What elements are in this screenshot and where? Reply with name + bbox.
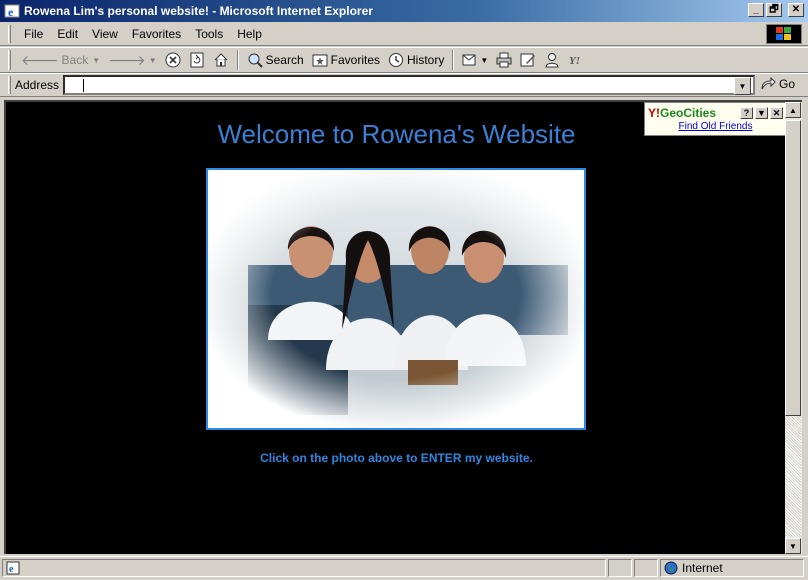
- geocities-dropdown-icon[interactable]: ▼: [755, 107, 768, 119]
- menu-edit[interactable]: Edit: [50, 25, 85, 43]
- search-label: Search: [265, 53, 304, 67]
- scroll-thumb[interactable]: [785, 120, 801, 416]
- stop-button[interactable]: [161, 49, 185, 71]
- home-icon: [214, 53, 227, 67]
- ie-icon: e: [4, 3, 20, 19]
- go-arrow-icon: [761, 77, 776, 90]
- search-icon: [248, 53, 263, 68]
- status-zone-pane: Internet: [660, 558, 804, 577]
- history-label: History: [407, 53, 445, 67]
- menu-bar: File Edit View Favorites Tools Help: [0, 22, 808, 46]
- menu-favorites[interactable]: Favorites: [125, 25, 188, 43]
- address-dropdown-icon[interactable]: ▼: [734, 77, 751, 95]
- menu-view[interactable]: View: [85, 25, 125, 43]
- home-button[interactable]: [209, 49, 233, 71]
- toolbar-separator: [452, 50, 455, 70]
- page-viewport: Welcome to Rowena's Website Click on the…: [4, 100, 785, 554]
- address-input[interactable]: [63, 75, 756, 95]
- yahoo-logo-text: Y!: [648, 106, 660, 120]
- enter-photo-link[interactable]: [206, 168, 586, 430]
- text-cursor: [83, 79, 85, 92]
- history-icon: [389, 53, 404, 67]
- status-progress-pane: [608, 558, 632, 577]
- find-old-friends-link[interactable]: Find Old Friends: [645, 121, 785, 132]
- back-label: Back: [61, 53, 89, 67]
- mail-dropdown-icon[interactable]: ▼: [480, 56, 488, 65]
- zone-label: Internet: [682, 560, 723, 575]
- menu-tools[interactable]: Tools: [188, 25, 230, 43]
- refresh-icon: [190, 52, 204, 68]
- forward-button[interactable]: 🡒 ▼: [104, 49, 160, 71]
- windows-logo-icon: [766, 24, 802, 44]
- geocities-close-button[interactable]: ✕: [770, 107, 783, 119]
- group-photo: [208, 170, 584, 428]
- maximize-button[interactable]: 🗗: [766, 3, 782, 17]
- favorites-icon: [312, 54, 328, 67]
- toolbar-grip[interactable]: [8, 50, 11, 70]
- scroll-down-icon[interactable]: ▼: [785, 538, 801, 554]
- svg-text:e: e: [9, 564, 14, 575]
- go-button[interactable]: Go: [760, 77, 795, 91]
- scroll-track[interactable]: [785, 416, 801, 538]
- history-button[interactable]: History: [384, 49, 448, 71]
- back-dropdown-icon[interactable]: ▼: [92, 56, 100, 65]
- refresh-button[interactable]: [185, 49, 209, 71]
- geocities-logo[interactable]: Y!GeoCities: [648, 106, 716, 120]
- address-bar: Address ▼ Go: [0, 73, 808, 97]
- address-grip[interactable]: [8, 76, 11, 94]
- back-button[interactable]: 🡐 Back ▼: [17, 49, 104, 71]
- favorites-button[interactable]: Favorites: [308, 49, 384, 71]
- status-bar: e Internet: [0, 556, 808, 578]
- title-bar: e Rowena Lim's personal website! - Micro…: [0, 0, 808, 22]
- window-title: Rowena Lim's personal website! - Microso…: [24, 4, 373, 18]
- messenger-icon: [545, 53, 559, 68]
- vertical-scrollbar[interactable]: ▲ ▼: [785, 100, 802, 554]
- mail-button[interactable]: ▼: [458, 49, 492, 71]
- toolbar-separator: [236, 50, 239, 70]
- messenger-button[interactable]: [540, 49, 564, 71]
- favorites-label: Favorites: [330, 53, 381, 67]
- page-icon: e: [6, 561, 20, 575]
- svg-text:e: e: [8, 5, 14, 19]
- geocities-widget: Y!GeoCities ? ▼ ✕ Find Old Friends: [644, 102, 785, 136]
- print-icon: [496, 52, 512, 68]
- standard-toolbar: 🡐 Back ▼ 🡒 ▼ Search Favorites History ▼: [0, 47, 808, 73]
- menu-file[interactable]: File: [17, 25, 50, 43]
- enter-instruction: Click on the photo above to ENTER my web…: [260, 451, 533, 465]
- stop-icon: [165, 52, 181, 68]
- internet-globe-icon: [664, 561, 678, 574]
- svg-text:Y!: Y!: [569, 55, 580, 67]
- print-button[interactable]: [492, 49, 516, 71]
- yahoo-button[interactable]: Y!: [564, 49, 590, 71]
- forward-arrow-icon: 🡒: [108, 51, 146, 68]
- scroll-up-icon[interactable]: ▲: [785, 102, 801, 118]
- status-text-pane: e: [2, 558, 606, 577]
- geocities-help-button[interactable]: ?: [740, 107, 753, 119]
- close-button[interactable]: ✕: [788, 3, 804, 17]
- geocities-logo-text: GeoCities: [660, 106, 717, 120]
- back-arrow-icon: 🡐: [21, 51, 59, 68]
- menu-help[interactable]: Help: [230, 25, 269, 43]
- search-button[interactable]: Search: [243, 49, 308, 71]
- menu-grip[interactable]: [8, 24, 11, 43]
- status-security-pane: [634, 558, 658, 577]
- edit-button[interactable]: [516, 49, 540, 71]
- yahoo-icon: Y!: [569, 55, 580, 67]
- address-label: Address: [15, 78, 60, 92]
- go-label: Go: [779, 77, 796, 91]
- minimize-button[interactable]: _: [748, 3, 764, 17]
- mail-icon: [462, 54, 476, 66]
- forward-dropdown-icon[interactable]: ▼: [149, 56, 157, 65]
- edit-icon: [520, 53, 536, 67]
